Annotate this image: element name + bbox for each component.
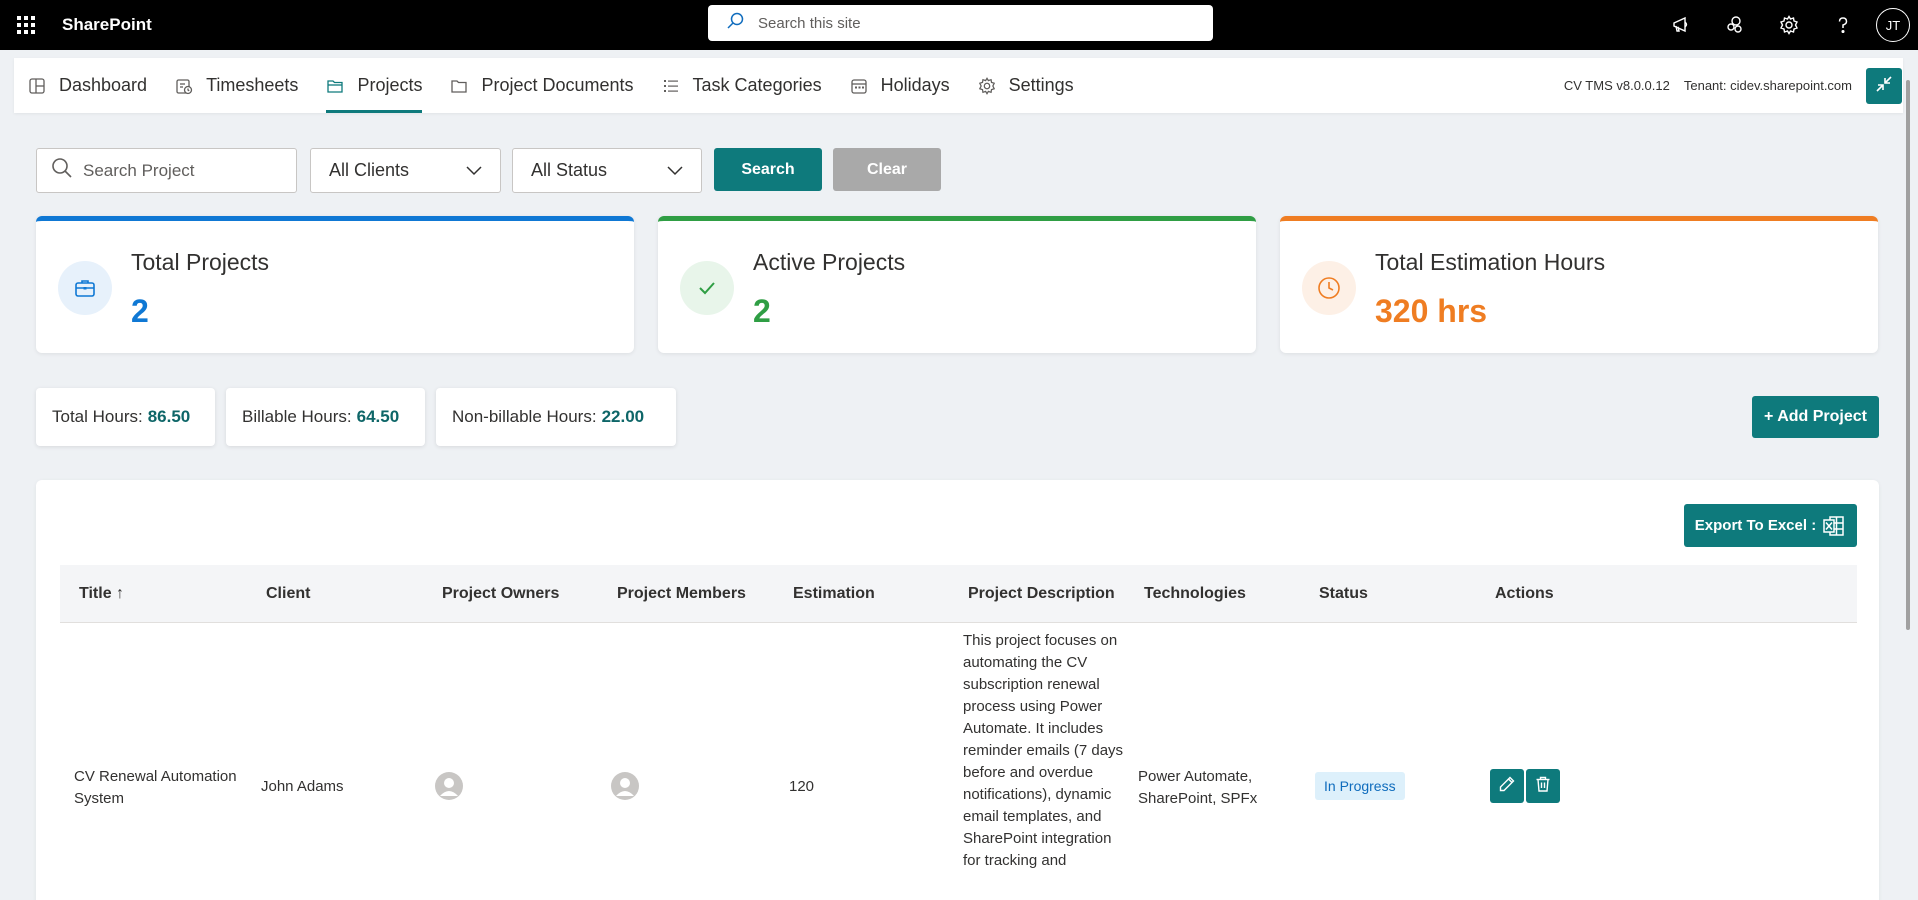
sharepoint-app-icon[interactable] bbox=[1708, 0, 1762, 50]
app-launcher-button[interactable] bbox=[0, 0, 52, 50]
column-project-members[interactable]: Project Members bbox=[617, 565, 746, 623]
nonbillable-hours-value: 22.00 bbox=[601, 407, 645, 426]
tenant-info: Tenant: cidev.sharepoint.com bbox=[1683, 78, 1852, 93]
projects-table-card bbox=[36, 480, 1879, 900]
status-selected: All Status bbox=[531, 160, 608, 180]
tab-settings[interactable]: Settings bbox=[964, 58, 1088, 113]
total-hours-value: 86.50 bbox=[147, 407, 191, 426]
gear-icon[interactable] bbox=[1762, 0, 1816, 50]
add-project-button[interactable]: + Add Project bbox=[1752, 396, 1879, 438]
stat-title: Total Estimation Hours bbox=[1375, 249, 1606, 275]
stat-title: Active Projects bbox=[753, 249, 906, 275]
clock-icon bbox=[1302, 261, 1356, 315]
total-projects-card: Total Projects 2 bbox=[36, 216, 634, 353]
delete-button[interactable] bbox=[1526, 769, 1560, 803]
stat-value: 2 bbox=[131, 293, 149, 329]
column-project-owners[interactable]: Project Owners bbox=[442, 565, 559, 623]
column-client[interactable]: Client bbox=[266, 565, 310, 623]
nonbillable-hours-label: Non-billable Hours: bbox=[452, 407, 597, 426]
tab-label: Dashboard bbox=[59, 75, 148, 95]
tab-label: Timesheets bbox=[206, 75, 299, 95]
tab-project-documents[interactable]: Project Documents bbox=[436, 58, 647, 113]
tab-label: Projects bbox=[357, 75, 423, 95]
briefcase-icon bbox=[58, 261, 112, 315]
megaphone-icon[interactable] bbox=[1654, 0, 1708, 50]
billable-hours-value: 64.50 bbox=[356, 407, 400, 426]
project-search-input[interactable]: Search Project bbox=[36, 148, 297, 193]
scrollbar-thumb[interactable] bbox=[1906, 80, 1910, 630]
column-title[interactable]: Title ↑ bbox=[79, 565, 124, 623]
edit-button[interactable] bbox=[1490, 769, 1524, 803]
nonbillable-hours-chip: Non-billable Hours: 22.00 bbox=[436, 388, 676, 446]
tab-task-categories[interactable]: Task Categories bbox=[648, 58, 836, 113]
export-excel-button[interactable]: Export To Excel : bbox=[1684, 504, 1857, 547]
tab-label: Settings bbox=[1008, 75, 1074, 95]
project-owner-avatar-icon bbox=[435, 772, 463, 800]
stat-value: 320 hrs bbox=[1375, 293, 1488, 329]
top-navigation: Dashboard Timesheets Projects Project Do… bbox=[14, 58, 1903, 113]
tab-label: Holidays bbox=[880, 75, 950, 95]
total-hours-chip: Total Hours: 86.50 bbox=[36, 388, 215, 446]
clear-button[interactable]: Clear bbox=[833, 148, 941, 191]
chevron-down-icon bbox=[466, 160, 482, 181]
client-dropdown[interactable]: All Clients bbox=[310, 148, 501, 193]
app-version: CV TMS v8.0.0.12 bbox=[1563, 78, 1670, 93]
column-estimation[interactable]: Estimation bbox=[793, 565, 875, 623]
search-icon bbox=[51, 157, 73, 184]
search-placeholder: Search Project bbox=[83, 160, 195, 180]
check-icon bbox=[680, 261, 734, 315]
column-technologies[interactable]: Technologies bbox=[1144, 565, 1246, 623]
trash-icon bbox=[1534, 775, 1552, 798]
row-technologies: Power Automate, SharePoint, SPFx bbox=[1138, 768, 1258, 807]
total-estimation-card: Total Estimation Hours 320 hrs bbox=[1280, 216, 1878, 353]
billable-hours-label: Billable Hours: bbox=[242, 407, 352, 426]
brand-title[interactable]: SharePoint bbox=[62, 15, 152, 35]
projects-icon bbox=[326, 77, 344, 95]
search-icon bbox=[726, 12, 744, 35]
timesheet-icon bbox=[175, 77, 193, 95]
user-avatar[interactable]: JT bbox=[1876, 8, 1910, 42]
tab-timesheets[interactable]: Timesheets bbox=[161, 58, 312, 113]
stat-value: 2 bbox=[753, 293, 771, 329]
status-badge: In Progress bbox=[1315, 772, 1405, 800]
column-actions: Actions bbox=[1495, 585, 1554, 602]
search-button[interactable]: Search bbox=[714, 148, 822, 191]
site-search-placeholder: Search this site bbox=[758, 14, 861, 32]
suite-bar: SharePoint Search this site JT bbox=[0, 0, 1918, 50]
pencil-icon bbox=[1498, 775, 1516, 798]
chevron-down-icon bbox=[667, 160, 683, 181]
folder-icon bbox=[450, 77, 468, 95]
status-dropdown[interactable]: All Status bbox=[512, 148, 702, 193]
list-icon bbox=[662, 77, 680, 95]
stat-title: Total Projects bbox=[131, 249, 270, 275]
calendar-icon bbox=[850, 77, 868, 95]
collapse-button[interactable] bbox=[1866, 67, 1902, 104]
gear-icon bbox=[978, 76, 996, 95]
row-client: John Adams bbox=[261, 778, 344, 795]
row-estimation: 120 bbox=[789, 778, 815, 795]
project-member-avatar-icon bbox=[611, 772, 639, 800]
billable-hours-chip: Billable Hours: 64.50 bbox=[226, 388, 425, 446]
row-description: This project focuses on automating the C… bbox=[963, 632, 1124, 869]
client-selected: All Clients bbox=[329, 160, 410, 180]
export-label: Export To Excel : bbox=[1694, 517, 1817, 534]
tab-projects[interactable]: Projects bbox=[312, 58, 436, 113]
column-status[interactable]: Status bbox=[1319, 565, 1368, 623]
waffle-icon bbox=[17, 16, 35, 34]
column-project-description[interactable]: Project Description bbox=[968, 565, 1115, 623]
tab-label: Task Categories bbox=[692, 75, 822, 95]
tab-holidays[interactable]: Holidays bbox=[836, 58, 964, 113]
dashboard-icon bbox=[28, 77, 46, 95]
row-title[interactable]: CV Renewal Automation System bbox=[74, 766, 254, 810]
tab-dashboard[interactable]: Dashboard bbox=[14, 58, 161, 113]
total-hours-label: Total Hours: bbox=[52, 407, 143, 426]
excel-icon bbox=[1822, 514, 1846, 538]
collapse-icon bbox=[1874, 74, 1894, 97]
site-search-box[interactable]: Search this site bbox=[708, 5, 1213, 41]
tab-label: Project Documents bbox=[481, 75, 634, 95]
help-icon[interactable] bbox=[1816, 0, 1870, 50]
active-projects-card: Active Projects 2 bbox=[658, 216, 1256, 353]
table-header: Title ↑ Client Project Owners Project Me… bbox=[60, 565, 1857, 623]
